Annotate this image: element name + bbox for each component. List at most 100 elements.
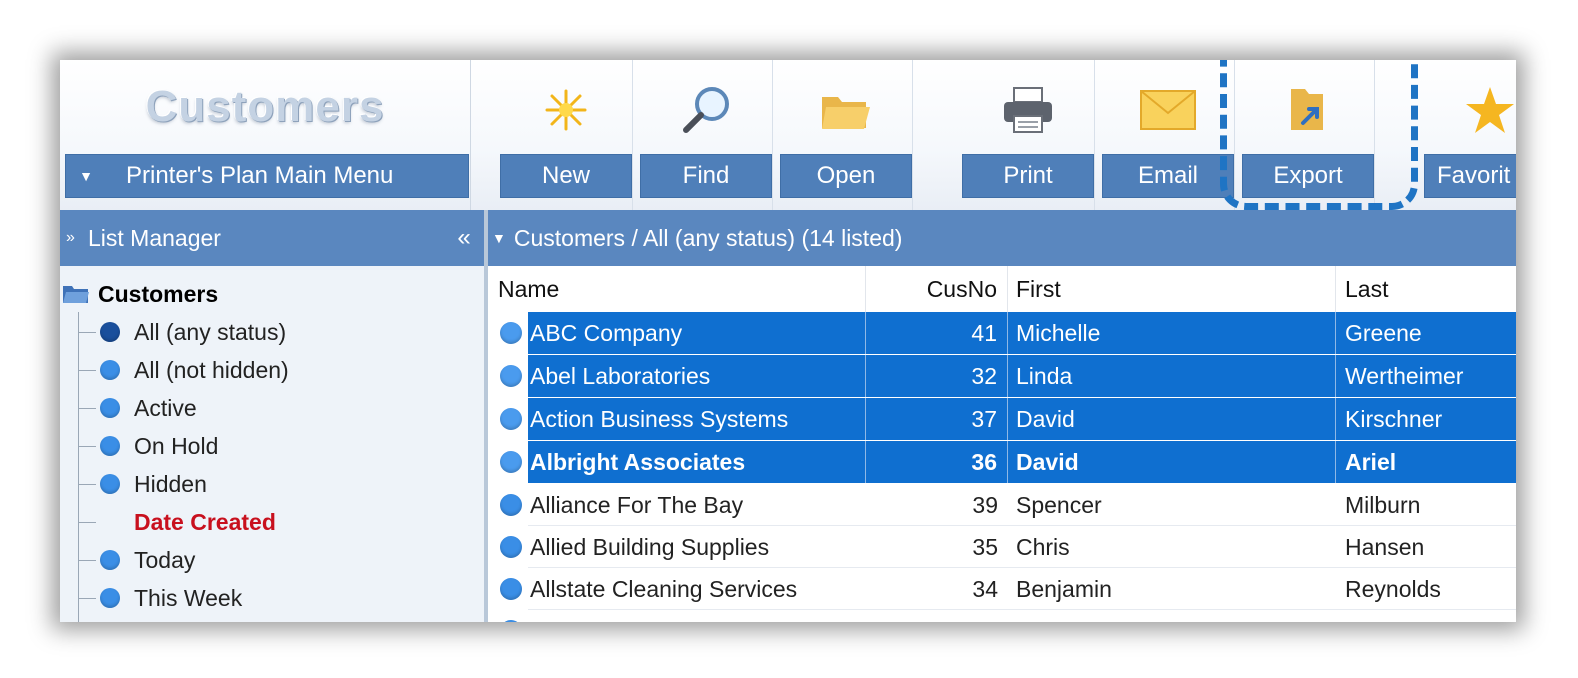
table-row[interactable]: ABC Company 41 Michelle Greene <box>488 312 1516 354</box>
customer-grid: Name CusNo First Last ABC Company 41 Mic… <box>488 266 1516 622</box>
cell-name: ABC Company <box>530 312 866 354</box>
cell-first: Benjamin <box>1016 575 1112 602</box>
tree-item-label: Active <box>134 394 197 421</box>
export-button-label: Export <box>1242 154 1374 198</box>
export-button[interactable]: Export <box>1242 60 1375 210</box>
sparkle-icon <box>500 82 632 138</box>
tree-item-label: Hidden <box>134 470 207 497</box>
customer-list-header[interactable]: ▼ Customers / All (any status) (14 liste… <box>488 210 1516 266</box>
cell-first: Linda <box>1008 355 1336 397</box>
open-button[interactable]: Open <box>780 60 913 210</box>
table-row[interactable]: Allstate Cleaning Services 34 Benjamin R… <box>488 568 1516 610</box>
column-header-last[interactable]: Last <box>1336 266 1516 312</box>
status-dot-icon <box>500 365 522 387</box>
print-button[interactable]: Print <box>962 60 1095 210</box>
cell-last: Greene <box>1345 319 1422 346</box>
cell-cusno: 34 <box>972 575 998 602</box>
tree-item-today[interactable]: Today <box>78 541 195 579</box>
new-button[interactable]: New <box>500 60 633 210</box>
find-button-label: Find <box>640 154 772 198</box>
column-header-name[interactable]: Name <box>498 266 866 312</box>
column-header-first[interactable]: First <box>1008 266 1336 312</box>
star-icon <box>1424 82 1516 138</box>
cell-last: Kirschner <box>1345 405 1443 432</box>
email-button-label: Email <box>1102 154 1234 198</box>
status-dot-icon <box>100 588 120 608</box>
tree-item-all-any-status[interactable]: All (any status) <box>78 313 286 351</box>
cell-last: Reynolds <box>1345 575 1441 602</box>
cell-name: Allied Building Supplies <box>530 533 770 560</box>
status-dot-icon <box>100 474 120 494</box>
grid-header-row: Name CusNo First Last <box>488 266 1516 312</box>
status-dot-icon <box>500 494 522 516</box>
tree-item-date-created[interactable]: Date Created <box>78 503 276 541</box>
status-dot-icon <box>500 451 522 473</box>
cell-name: Alliance For The Bay <box>530 491 744 518</box>
open-folder-icon <box>780 82 912 138</box>
column-header-cusno[interactable]: CusNo <box>866 266 1008 312</box>
status-dot-icon <box>100 436 120 456</box>
cell-cusno: 35 <box>972 533 998 560</box>
print-button-label: Print <box>962 154 1094 198</box>
list-manager-title: List Manager <box>88 224 221 251</box>
table-row-partial[interactable] <box>488 610 1516 622</box>
table-row[interactable]: Albright Associates 36 David Ariel <box>488 441 1516 483</box>
cell-cusno: 41 <box>866 312 1008 354</box>
table-row[interactable]: Action Business Systems 37 David Kirschn… <box>488 398 1516 440</box>
cell-name: Allstate Cleaning Services <box>530 575 798 602</box>
status-dot-icon <box>100 360 120 380</box>
cell-name: Action Business Systems <box>530 398 866 440</box>
tree-item-on-hold[interactable]: On Hold <box>78 427 218 465</box>
list-manager-tree: Customers All (any status) All (not hidd… <box>60 266 484 622</box>
magnifier-icon <box>640 82 772 138</box>
tree-item-label: Date Created <box>134 508 276 535</box>
cell-cusno: 37 <box>866 398 1008 440</box>
tree-item-label: All (any status) <box>134 318 287 345</box>
tree-item-all-not-hidden[interactable]: All (not hidden) <box>78 351 289 389</box>
cell-last: Wertheimer <box>1345 362 1464 389</box>
tree-item-hidden[interactable]: Hidden <box>78 465 207 503</box>
tree-item-label: This Week <box>134 584 243 611</box>
table-row[interactable]: Allied Building Supplies 35 Chris Hansen <box>488 526 1516 568</box>
cell-last: Hansen <box>1345 533 1425 560</box>
app-title: Customers <box>145 82 385 131</box>
find-button[interactable]: Find <box>640 60 773 210</box>
customer-list-title: Customers / All (any status) (14 listed) <box>513 224 903 251</box>
table-row[interactable]: Abel Laboratories 32 Linda Wertheimer <box>488 355 1516 397</box>
app-window: Customers ▼ Printer's Plan Main Menu New <box>60 60 1516 622</box>
tree-item-label: On Hold <box>134 432 219 459</box>
favorites-button[interactable]: Favorit <box>1424 60 1516 210</box>
cell-name: Abel Laboratories <box>530 355 866 397</box>
cell-cusno: 39 <box>972 491 998 518</box>
tree-root-label: Customers <box>98 280 219 307</box>
status-dot-icon <box>500 322 522 344</box>
cell-last: Ariel <box>1345 448 1397 475</box>
envelope-icon <box>1102 82 1234 138</box>
status-dot-icon <box>100 550 120 570</box>
title-block: Customers ▼ Printer's Plan Main Menu <box>60 60 471 210</box>
status-dot-icon <box>500 408 522 430</box>
status-dot-icon <box>100 322 120 342</box>
main-menu-button[interactable]: ▼ Printer's Plan Main Menu <box>65 154 469 198</box>
cell-last: Milburn <box>1345 491 1421 518</box>
cell-first: Michelle <box>1008 312 1336 354</box>
tree-item-active[interactable]: Active <box>78 389 197 427</box>
cell-first: Chris <box>1016 533 1070 560</box>
tree-item-label: All (not hidden) <box>134 356 289 383</box>
open-button-label: Open <box>780 154 912 198</box>
status-dot-icon <box>500 536 522 558</box>
collapse-panel-icon[interactable]: « <box>444 224 484 252</box>
tree-item-label: Today <box>134 546 196 573</box>
new-button-label: New <box>500 154 632 198</box>
email-button[interactable]: Email <box>1102 60 1235 210</box>
folder-open-icon <box>62 283 90 305</box>
status-dot-icon <box>500 620 522 622</box>
printer-icon <box>962 82 1094 138</box>
tree-item-this-week[interactable]: This Week <box>78 579 242 617</box>
cell-cusno: 32 <box>866 355 1008 397</box>
table-row[interactable]: Alliance For The Bay 39 Spencer Milburn <box>488 484 1516 526</box>
tree-root-customers[interactable]: Customers <box>60 276 218 312</box>
status-dot-icon <box>100 398 120 418</box>
list-manager-header[interactable]: » List Manager « <box>60 210 484 266</box>
toolbar: Customers ▼ Printer's Plan Main Menu New <box>60 60 1516 210</box>
